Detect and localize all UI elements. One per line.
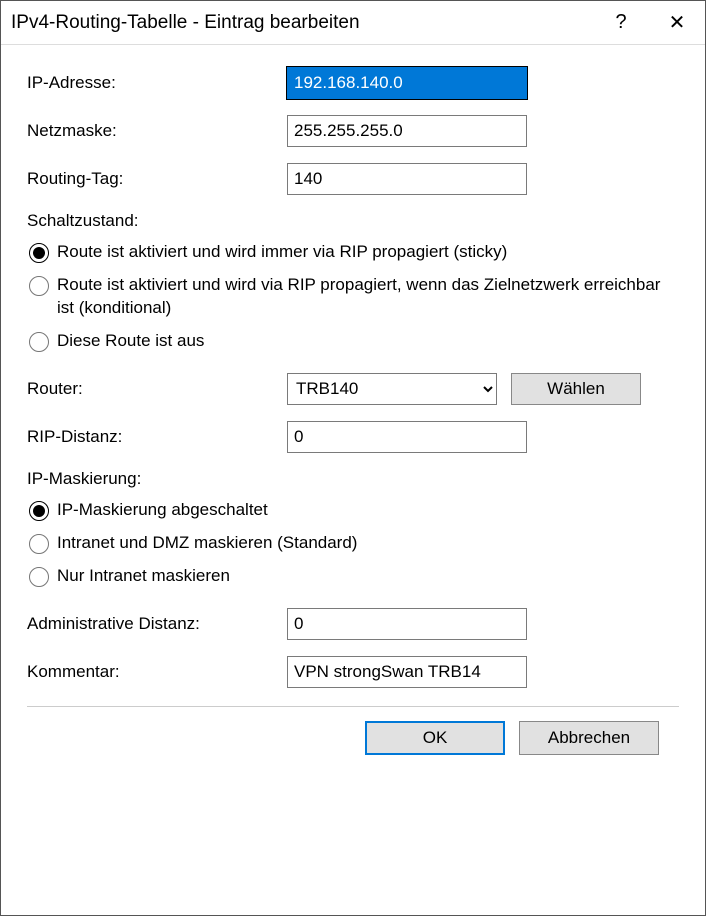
help-button[interactable]: ? xyxy=(593,1,649,45)
ok-button[interactable]: OK xyxy=(365,721,505,755)
title-bar: IPv4-Routing-Tabelle - Eintrag bearbeite… xyxy=(1,1,705,45)
mask-radio-intranet-only-label[interactable]: Nur Intranet maskieren xyxy=(57,565,230,588)
state-radio-off[interactable] xyxy=(29,332,49,352)
mask-radio-intranet-dmz[interactable] xyxy=(29,534,49,554)
router-select[interactable]: TRB140 xyxy=(287,373,497,405)
help-icon: ? xyxy=(615,11,626,34)
dialog-footer: OK Abbrechen xyxy=(27,721,679,773)
window-title: IPv4-Routing-Tabelle - Eintrag bearbeite… xyxy=(11,12,593,34)
close-icon: ✕ xyxy=(669,10,686,35)
admin-distance-label: Administrative Distanz: xyxy=(27,614,287,634)
state-radio-sticky[interactable] xyxy=(29,243,49,263)
close-button[interactable]: ✕ xyxy=(649,1,705,45)
netmask-input[interactable] xyxy=(287,115,527,147)
state-radio-off-label[interactable]: Diese Route ist aus xyxy=(57,330,204,353)
netmask-label: Netzmaske: xyxy=(27,121,287,141)
mask-radio-off-label[interactable]: IP-Maskierung abgeschaltet xyxy=(57,499,268,522)
state-radio-sticky-label[interactable]: Route ist aktiviert und wird immer via R… xyxy=(57,241,507,264)
comment-input[interactable] xyxy=(287,656,527,688)
admin-distance-input[interactable] xyxy=(287,608,527,640)
mask-radio-intranet-dmz-label[interactable]: Intranet und DMZ maskieren (Standard) xyxy=(57,532,357,555)
ip-address-input[interactable] xyxy=(287,67,527,99)
mask-radio-off[interactable] xyxy=(29,501,49,521)
mask-radio-intranet-only[interactable] xyxy=(29,567,49,587)
state-group-label: Schaltzustand: xyxy=(27,211,679,231)
router-choose-button[interactable]: Wählen xyxy=(511,373,641,405)
cancel-button[interactable]: Abbrechen xyxy=(519,721,659,755)
comment-label: Kommentar: xyxy=(27,662,287,682)
state-radio-conditional[interactable] xyxy=(29,276,49,296)
separator xyxy=(27,706,679,707)
ip-address-label: IP-Adresse: xyxy=(27,73,287,93)
router-label: Router: xyxy=(27,379,287,399)
rip-distance-input[interactable] xyxy=(287,421,527,453)
state-radio-conditional-label[interactable]: Route ist aktiviert und wird via RIP pro… xyxy=(57,274,679,320)
rip-distance-label: RIP-Distanz: xyxy=(27,427,287,447)
routing-tag-label: Routing-Tag: xyxy=(27,169,287,189)
dialog-content: IP-Adresse: Netzmaske: Routing-Tag: Scha… xyxy=(1,45,705,915)
mask-group-label: IP-Maskierung: xyxy=(27,469,679,489)
routing-tag-input[interactable] xyxy=(287,163,527,195)
